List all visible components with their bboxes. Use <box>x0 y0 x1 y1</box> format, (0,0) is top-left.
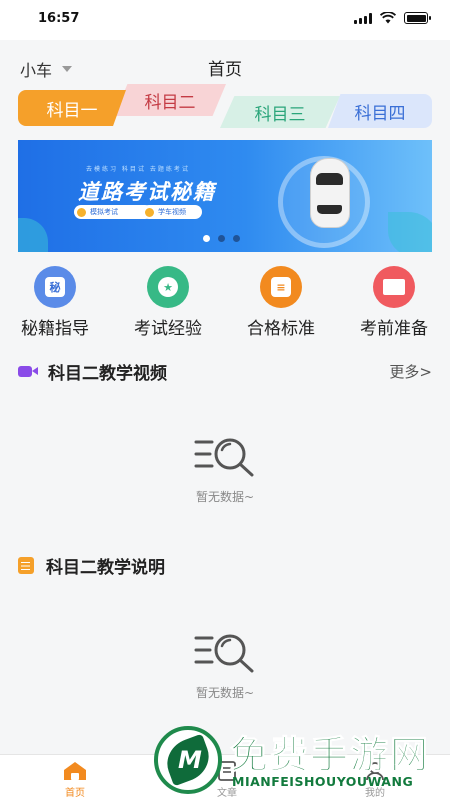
leaf-decoration <box>388 212 432 252</box>
tab-subject-4[interactable]: 科目四 <box>328 94 432 128</box>
header: 小车 首页 <box>0 40 450 90</box>
status-time: 16:57 <box>38 11 80 26</box>
section-header: 科目二教学说明 <box>18 552 432 578</box>
watermark-subtitle: MIANFEISHOUYOUWANG <box>232 774 414 789</box>
banner-pill-mock-exam: 模拟考试 <box>74 205 152 219</box>
quick-action-label: 秘籍指导 <box>21 319 89 339</box>
tab-home[interactable]: 首页 <box>30 761 120 799</box>
car-illustration <box>310 158 350 228</box>
empty-text: 暂无数据~ <box>195 686 255 700</box>
quick-action-experience[interactable]: ★ 考试经验 <box>118 266 218 339</box>
empty-text: 暂无数据~ <box>195 490 255 504</box>
play-icon <box>145 207 154 217</box>
quick-action-guide[interactable]: 秘 秘籍指导 <box>5 266 105 339</box>
empty-search-icon <box>194 634 254 673</box>
tab-subject-1[interactable]: 科目一 <box>18 90 126 126</box>
quick-action-label: 考试经验 <box>134 319 202 339</box>
subject-tabs: 科目二 科目三 科目四 科目一 <box>18 84 432 128</box>
empty-state: 暂无数据~ <box>18 630 432 701</box>
section-title: 科目二教学视频 <box>48 363 167 384</box>
section-header: 科目二教学视频 更多> <box>18 358 432 384</box>
video-section: 科目二教学视频 更多> 暂无数据~ <box>18 358 432 505</box>
document-icon: ≡ <box>260 266 302 308</box>
star-badge-icon: ★ <box>147 266 189 308</box>
watermark-title: 免费手游网 <box>229 733 431 778</box>
page-title: 首页 <box>208 60 242 80</box>
promo-banner[interactable]: 去模练习 科目试 去题练考试 道路考试秘籍 模拟考试 学车视频 <box>18 140 432 252</box>
carousel-dot[interactable] <box>233 235 240 242</box>
pin-icon <box>77 207 86 217</box>
carousel-dot[interactable] <box>218 235 225 242</box>
home-icon <box>64 762 86 780</box>
wifi-icon <box>380 12 396 24</box>
empty-state: 暂无数据~ <box>18 434 432 505</box>
status-bar: 16:57 <box>0 0 450 40</box>
tab-label: 首页 <box>65 788 85 799</box>
quick-action-label: 合格标准 <box>247 319 315 339</box>
carousel-dot[interactable] <box>203 235 210 242</box>
watermark-logo-icon: M <box>154 726 222 794</box>
quick-action-label: 考前准备 <box>360 319 428 339</box>
leaf-decoration <box>18 218 48 252</box>
tab-subject-3[interactable]: 科目三 <box>220 96 340 128</box>
banner-pill-video: 学车视频 <box>142 205 202 219</box>
empty-search-icon <box>194 438 254 477</box>
monitor-icon <box>373 266 415 308</box>
video-camera-icon <box>18 365 38 377</box>
quick-action-preparation[interactable]: 考前准备 <box>344 266 444 339</box>
battery-icon <box>404 12 431 24</box>
carousel-indicator <box>203 235 240 242</box>
banner-title: 道路考试秘籍 <box>78 180 216 204</box>
section-title: 科目二教学说明 <box>46 557 165 578</box>
intro-section: 科目二教学说明 暂无数据~ <box>18 552 432 701</box>
secret-book-icon: 秘 <box>34 266 76 308</box>
more-link[interactable]: 更多> <box>389 361 432 382</box>
quick-action-standard[interactable]: ≡ 合格标准 <box>231 266 331 339</box>
notes-icon <box>18 556 34 574</box>
tab-subject-2[interactable]: 科目二 <box>114 84 226 116</box>
signal-icon <box>354 12 372 24</box>
status-icons <box>354 12 431 24</box>
watermark: M 免费手游网 MIANFEISHOUYOUWANG <box>150 722 450 800</box>
quick-actions: 秘 秘籍指导 ★ 考试经验 ≡ 合格标准 考前准备 <box>0 266 450 339</box>
banner-caption: 去模练习 科目试 去题练考试 <box>86 166 190 173</box>
